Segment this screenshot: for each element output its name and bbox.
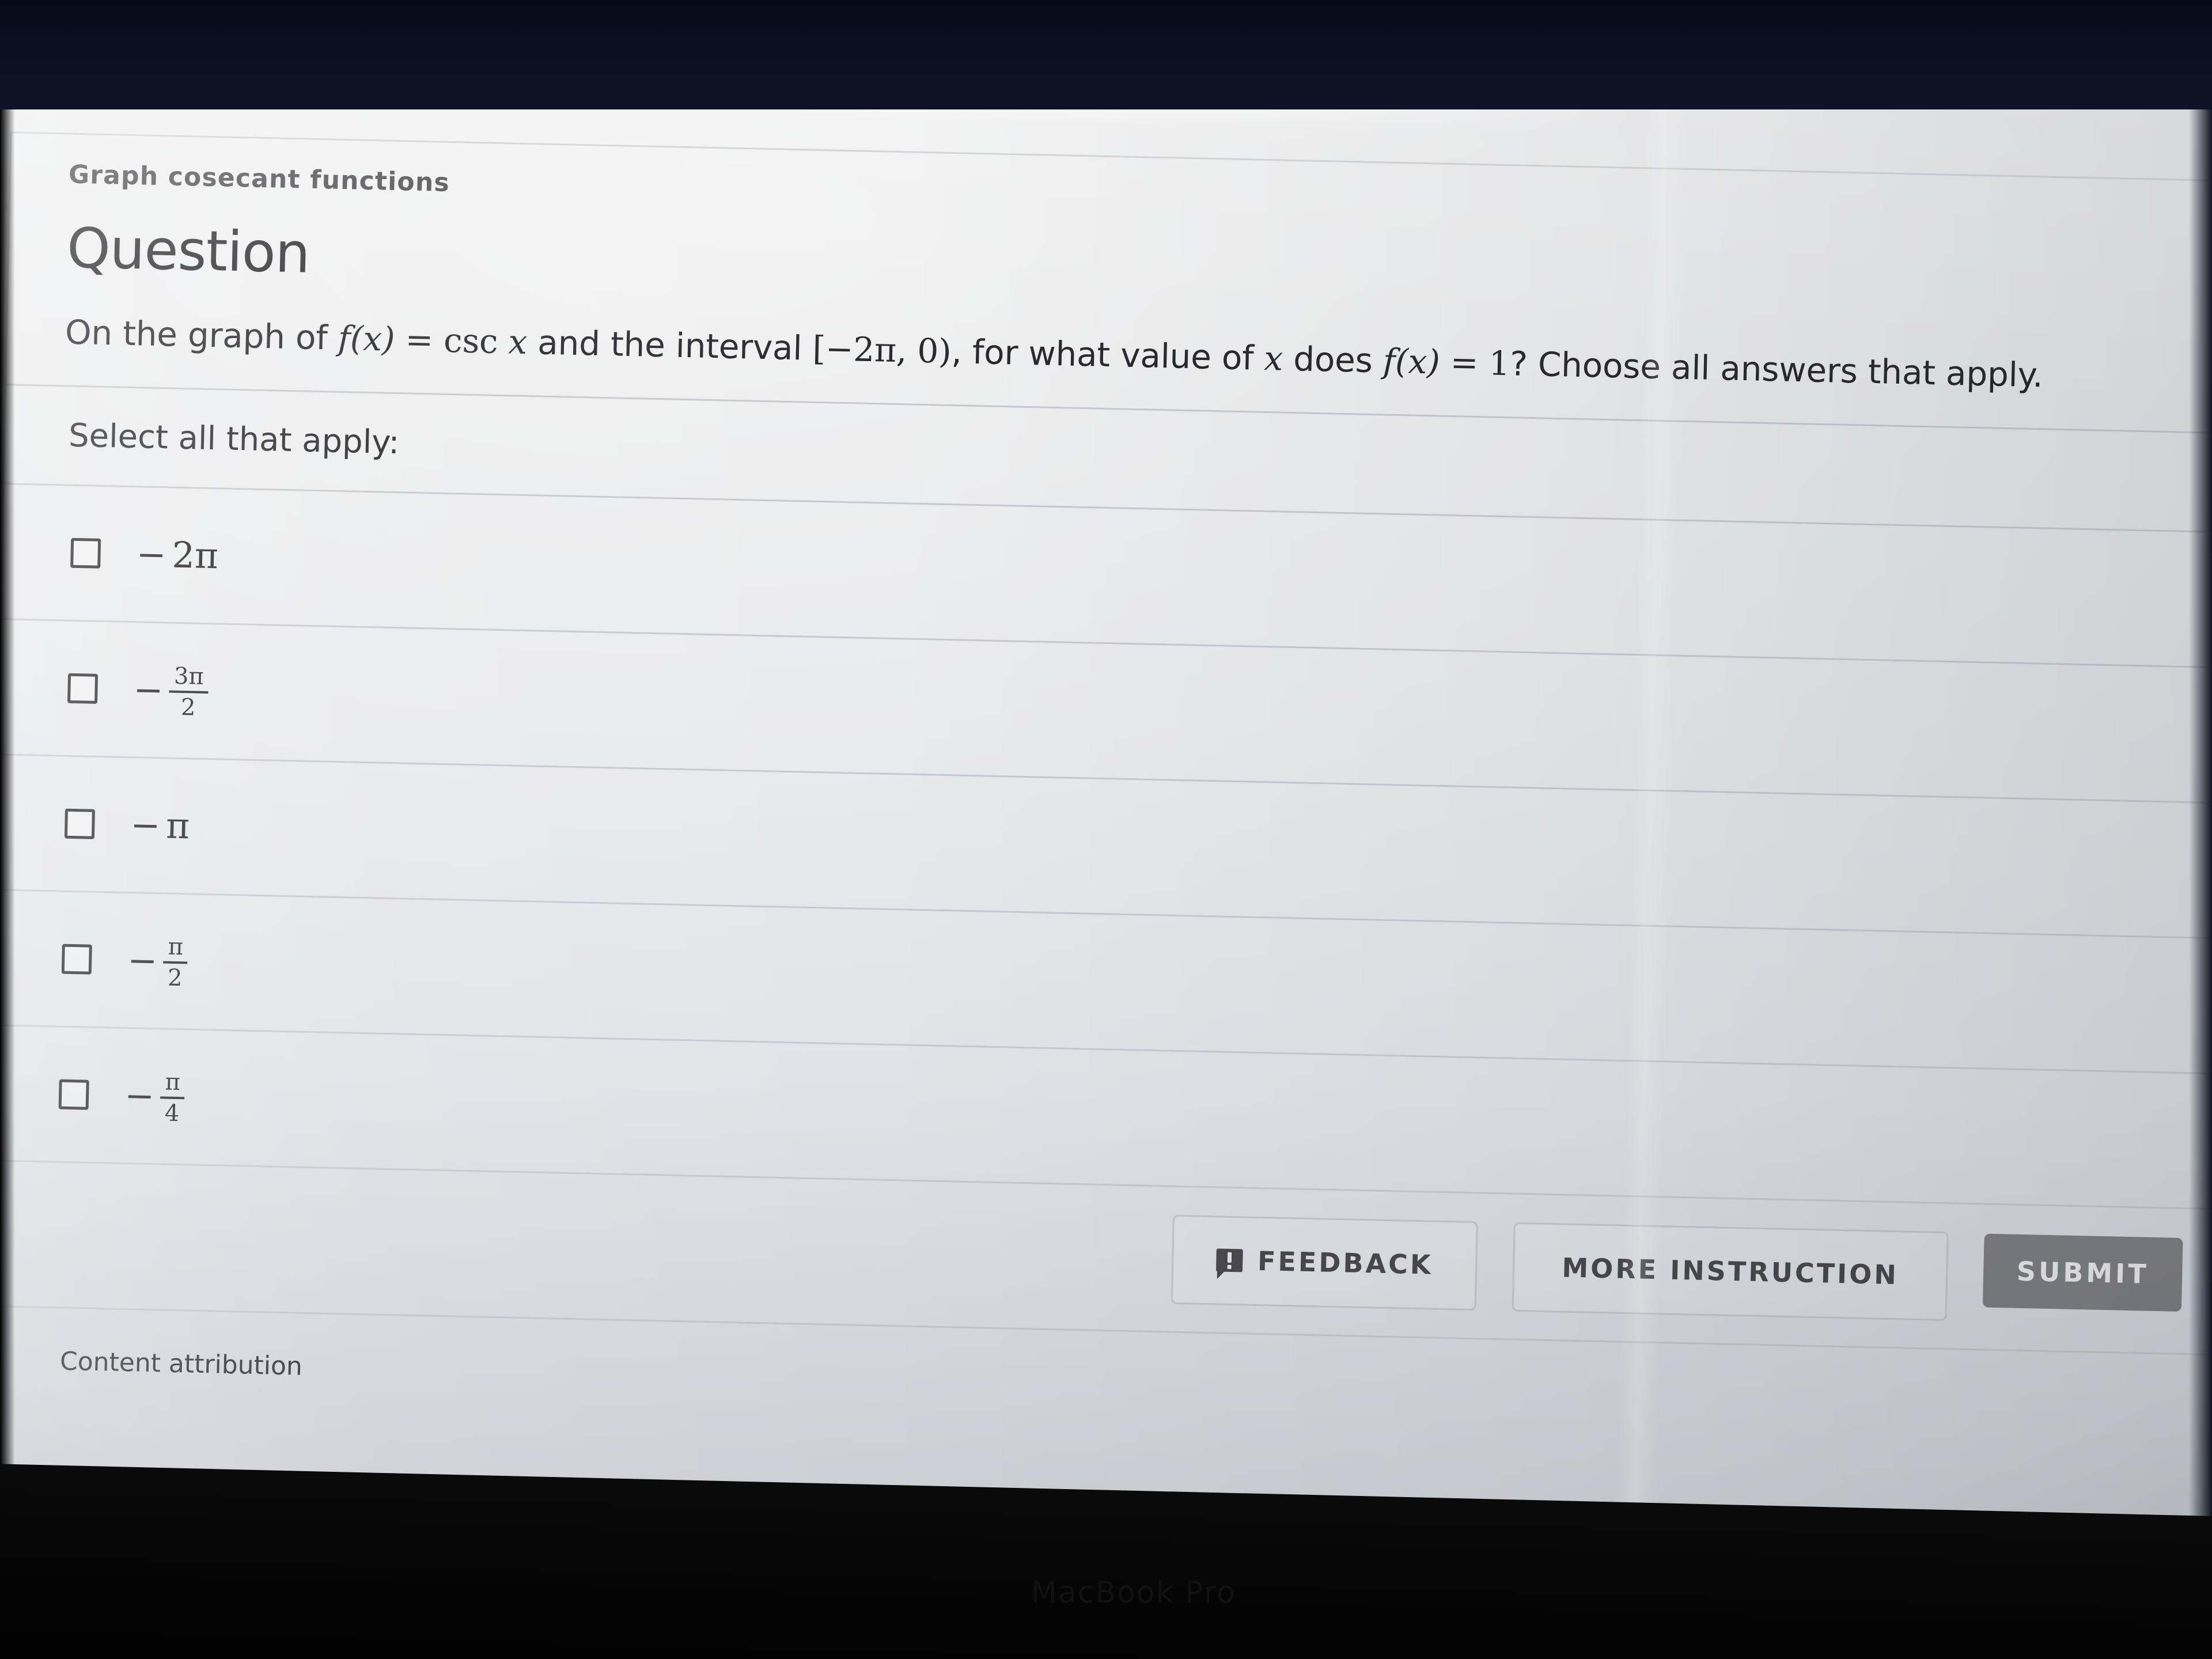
more-instruction-button-label: MORE INSTRUCTION [1561,1252,1899,1291]
option-1-sign: − [135,533,167,576]
submit-button-label: SUBMIT [2016,1256,2150,1290]
option-4-numerator: π [168,933,184,960]
option-label-2: − 3π 2 [132,662,209,721]
question-eq-1: = csc [394,319,509,362]
question-part-1: On the graph of [65,312,339,358]
screen-content: Graph cosecant functions Question On the… [0,56,2212,1534]
submit-button[interactable]: SUBMIT [1982,1233,2183,1312]
option-5-denominator: 4 [164,1100,180,1127]
option-1-value: 2π [171,534,219,577]
option-3-value: π [165,804,190,847]
macbook-pro-label: MacBook Pro [1031,1575,1236,1610]
option-label-1: −2π [135,533,219,577]
question-value: 1 [1488,343,1510,384]
checkbox-option-1[interactable] [70,538,101,569]
option-5-sign: − [124,1074,155,1118]
page-title: Question [66,215,310,286]
option-label-5: − π 4 [124,1069,185,1127]
option-3-sign: − [130,804,161,847]
checkbox-option-2[interactable] [67,673,99,704]
option-2-denominator: 2 [180,694,196,721]
fraction-bar-icon [163,961,188,964]
more-instruction-button[interactable]: MORE INSTRUCTION [1512,1222,1949,1321]
option-2-numerator: 3π [173,662,204,690]
option-4-sign: − [127,939,158,982]
option-5-numerator: π [165,1069,181,1096]
option-label-4: − π 2 [127,933,188,992]
question-function-1: f(x) [338,318,396,359]
question-eq-2: = [1439,342,1490,383]
checkbox-option-4[interactable] [61,944,92,975]
question-var-2: x [1263,338,1283,378]
feedback-button[interactable]: FEEDBACK [1171,1214,1478,1311]
screen-glare-streak [149,56,1647,127]
option-5-fraction: π 4 [160,1069,185,1127]
question-interval: [−2π, 0) [812,328,952,372]
option-2-fraction: 3π 2 [168,662,209,721]
feedback-bubble-icon [1215,1248,1243,1272]
question-function-2: f(x) [1382,341,1441,382]
laptop-screen-photo: Graph cosecant functions Question On the… [0,0,2212,1659]
option-4-fraction: π 2 [162,933,188,992]
question-part-3: , for what value of [950,332,1265,378]
option-4-denominator: 2 [167,965,183,992]
checkbox-option-3[interactable] [64,809,95,840]
feedback-button-label: FEEDBACK [1257,1245,1434,1281]
option-2-sign: − [132,668,164,711]
fraction-bar-icon [160,1096,185,1100]
option-label-3: − π [130,804,190,847]
question-var-1: x [507,322,528,362]
checkbox-option-5[interactable] [58,1079,89,1111]
fraction-bar-icon [169,690,209,694]
question-card: Graph cosecant functions Question On the… [0,131,2212,1459]
question-part-2: and the interval [527,322,813,368]
question-part-4: does [1282,339,1384,381]
